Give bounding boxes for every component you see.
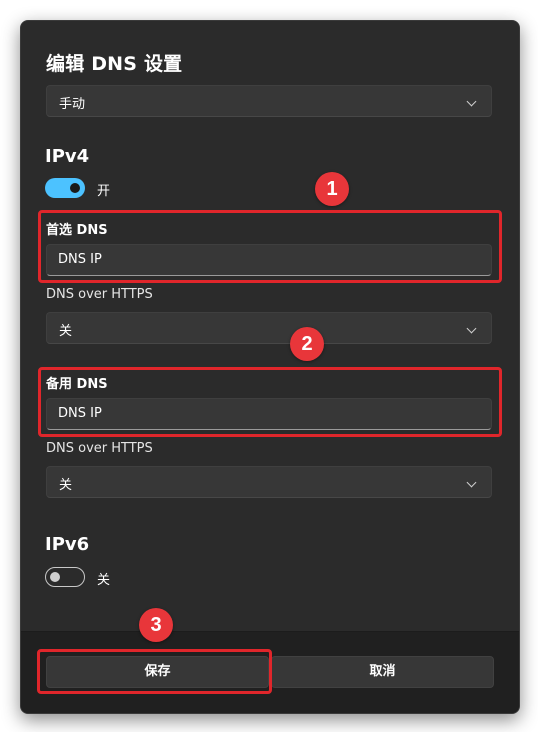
alternate-doh-label: DNS over HTTPS [46, 441, 153, 456]
ipv4-toggle-label: 开 [97, 184, 111, 199]
alternate-doh-value: 关 [59, 478, 73, 493]
toggle-knob [70, 183, 80, 193]
alternate-dns-label: 备用 DNS [46, 377, 108, 392]
dialog-footer: 保存 取消 [21, 631, 519, 713]
preferred-dns-input[interactable]: DNS IP [46, 244, 492, 276]
dns-mode-select[interactable]: 手动 [46, 85, 492, 117]
cancel-button[interactable]: 取消 [271, 656, 494, 688]
chevron-down-icon [466, 96, 477, 107]
chevron-down-icon [466, 323, 477, 334]
ipv6-toggle-label: 关 [97, 573, 111, 588]
step-badge-1: 1 [315, 172, 349, 206]
save-button[interactable]: 保存 [46, 656, 269, 688]
alternate-dns-value: DNS IP [58, 406, 102, 421]
preferred-doh-select[interactable]: 关 [46, 312, 492, 344]
ipv4-heading: IPv4 [45, 146, 90, 167]
dialog-title: 编辑 DNS 设置 [46, 53, 183, 75]
preferred-dns-label: 首选 DNS [46, 223, 108, 238]
preferred-dns-value: DNS IP [58, 252, 102, 267]
ipv4-toggle[interactable] [45, 178, 85, 198]
step-badge-3: 3 [139, 608, 173, 642]
ipv6-toggle[interactable] [45, 567, 85, 587]
toggle-knob [50, 572, 60, 582]
preferred-doh-value: 关 [59, 324, 73, 339]
preferred-doh-label: DNS over HTTPS [46, 287, 153, 302]
ipv6-heading: IPv6 [45, 534, 90, 555]
alternate-doh-select[interactable]: 关 [46, 466, 492, 498]
chevron-down-icon [466, 477, 477, 488]
step-badge-2: 2 [290, 327, 324, 361]
edit-dns-dialog: 编辑 DNS 设置 手动 IPv4 开 首选 DNS DNS IP DNS ov… [20, 20, 520, 714]
alternate-dns-input[interactable]: DNS IP [46, 398, 492, 430]
dns-mode-value: 手动 [59, 97, 86, 112]
